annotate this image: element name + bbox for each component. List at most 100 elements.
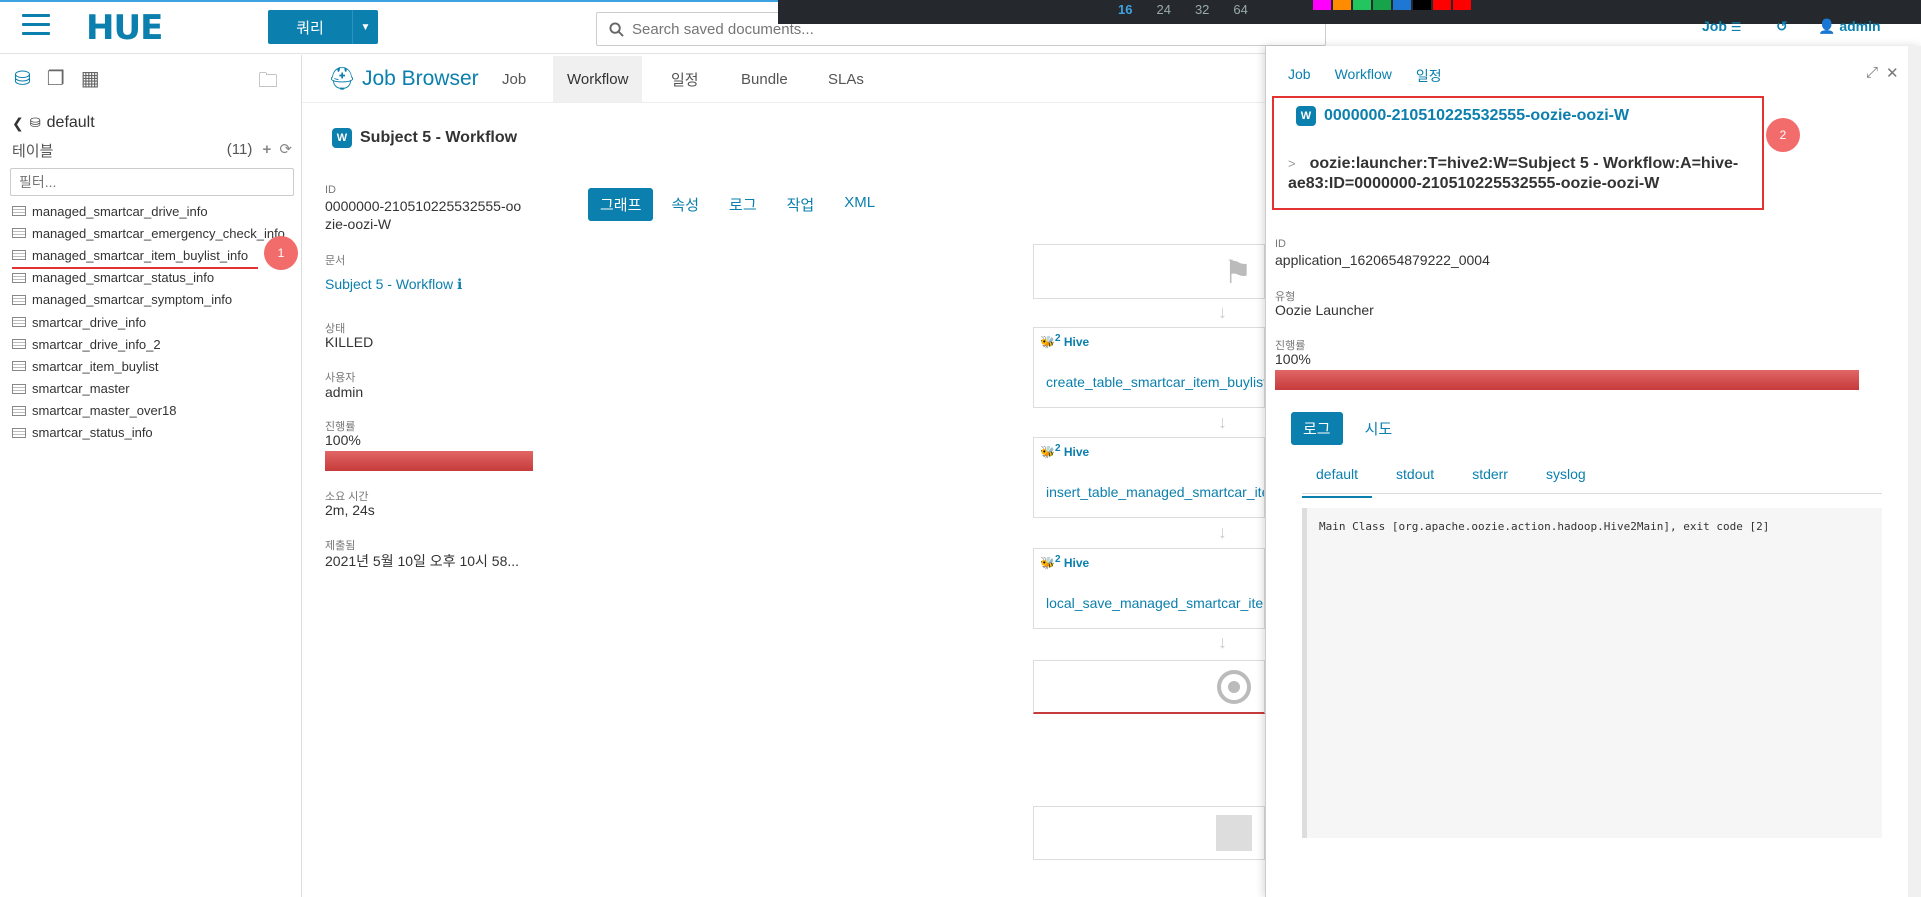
- color-swatch[interactable]: [1433, 0, 1451, 10]
- color-swatch[interactable]: [1393, 0, 1411, 10]
- search-icon: [609, 21, 624, 37]
- submitted-value: 2021년 5월 10일 오후 10시 58...: [325, 553, 520, 569]
- workflow-end-node[interactable]: [1033, 660, 1265, 714]
- tab-slas[interactable]: SLAs: [814, 56, 878, 102]
- table-name: smartcar_master_over18: [32, 403, 177, 419]
- tab-properties[interactable]: 속성: [659, 188, 711, 221]
- node-name[interactable]: create_table_smartcar_item_buylist: [1034, 368, 1264, 396]
- table-item[interactable]: smartcar_master_over18: [12, 400, 302, 422]
- table-item[interactable]: smartcar_drive_info: [12, 311, 302, 333]
- tab-attempts[interactable]: 시도: [1353, 412, 1405, 445]
- table-item[interactable]: managed_smartcar_status_info: [12, 267, 302, 289]
- grid-icon[interactable]: ▦: [81, 66, 100, 91]
- table-item[interactable]: managed_smartcar_item_buylist_info: [12, 244, 302, 269]
- popover-tab-workflow[interactable]: Workflow: [1335, 66, 1392, 86]
- tab-graph[interactable]: 그래프: [588, 188, 654, 221]
- tab-log[interactable]: 로그: [1291, 412, 1343, 445]
- info-icon[interactable]: ℹ: [457, 276, 462, 292]
- tables-count: (11): [226, 141, 253, 158]
- user-menu[interactable]: 👤 admin: [1818, 18, 1881, 35]
- close-icon[interactable]: ✕: [1886, 64, 1899, 82]
- color-swatches: [1313, 0, 1473, 10]
- popover-job-name-text: oozie:launcher:T=hive2:W=Subject 5 - Wor…: [1288, 155, 1739, 192]
- id-value: 0000000-210510225532555-oo zie-oozi-W: [325, 197, 521, 233]
- size-option[interactable]: 32: [1195, 2, 1209, 17]
- table-filter-input[interactable]: [10, 168, 294, 196]
- arrow-down-icon: ↓: [1218, 302, 1227, 322]
- color-swatch[interactable]: [1333, 0, 1351, 10]
- popover-type-value: Oozie Launcher: [1275, 302, 1374, 318]
- color-swatch[interactable]: [1353, 0, 1371, 10]
- database-breadcrumb[interactable]: ❮ ⛁ default: [12, 114, 95, 132]
- hue-hat-icon: ⛑: [328, 66, 356, 91]
- popover-tab-schedule[interactable]: 일정: [1416, 66, 1442, 86]
- tab-job[interactable]: Job: [488, 56, 540, 102]
- node-name[interactable]: insert_table_managed_smartcar_item: [1034, 478, 1264, 506]
- add-icon[interactable]: +: [262, 141, 271, 158]
- chevron-down-icon[interactable]: ▼: [352, 10, 378, 44]
- expand-icon[interactable]: ⤢: [1866, 64, 1878, 81]
- popover-tab-job[interactable]: Job: [1288, 66, 1311, 86]
- table-icon: [12, 405, 26, 416]
- tab-bundle[interactable]: Bundle: [727, 56, 802, 102]
- document-label: 문서: [325, 255, 346, 267]
- table-item[interactable]: managed_smartcar_symptom_info: [12, 289, 302, 311]
- documents-icon[interactable]: ❐: [47, 66, 65, 91]
- tab-xml[interactable]: XML: [832, 188, 887, 221]
- tab-schedule[interactable]: 일정: [657, 56, 713, 102]
- popover-job-id-text: 0000000-210510225532555-oozie-oozi-W: [1324, 107, 1630, 124]
- node-name[interactable]: local_save_managed_smartcar_item: [1034, 589, 1264, 617]
- size-option[interactable]: 64: [1233, 2, 1247, 17]
- duration-value: 2m, 24s: [325, 502, 375, 518]
- workflow-kill-node[interactable]: [1033, 806, 1265, 860]
- popover-job-id[interactable]: W 0000000-210510225532555-oozie-oozi-W: [1296, 106, 1629, 126]
- workflow-node-hive[interactable]: 🐝2 Hive local_save_managed_smartcar_item: [1033, 548, 1265, 629]
- table-name: managed_smartcar_emergency_check_info: [32, 225, 285, 241]
- workflow-start-node[interactable]: ⚑: [1033, 244, 1265, 299]
- database-name: default: [46, 114, 95, 131]
- tab-tasks[interactable]: 작업: [775, 188, 827, 221]
- user-value: admin: [325, 384, 364, 400]
- status-value: KILLED: [325, 334, 374, 350]
- table-item[interactable]: smartcar_status_info: [12, 422, 302, 444]
- table-item[interactable]: smartcar_drive_info_2: [12, 333, 302, 355]
- user-label: 사용자: [325, 372, 356, 384]
- arrow-down-icon: ↓: [1218, 412, 1227, 432]
- hamburger-menu-icon[interactable]: [22, 14, 50, 36]
- table-item[interactable]: smartcar_master: [12, 378, 302, 400]
- log-output[interactable]: Main Class [org.apache.oozie.action.hado…: [1302, 508, 1882, 838]
- color-swatch[interactable]: [1453, 0, 1471, 10]
- color-swatch[interactable]: [1413, 0, 1431, 10]
- scrollbar[interactable]: [1908, 46, 1921, 897]
- refresh-icon[interactable]: ⟳: [279, 141, 292, 158]
- size-option[interactable]: 16: [1118, 2, 1132, 17]
- table-name: smartcar_status_info: [32, 425, 153, 441]
- job-browser-title[interactable]: ⛑ Job Browser: [328, 66, 479, 92]
- workflow-node-hive[interactable]: 🐝2 Hive create_table_smartcar_item_buyli…: [1033, 327, 1265, 408]
- workflow-icon: W: [332, 128, 352, 148]
- job-link[interactable]: Job ☰: [1702, 18, 1742, 34]
- table-item[interactable]: smartcar_item_buylist: [12, 355, 302, 377]
- node-type: Hive: [1063, 445, 1090, 459]
- job-browser-title-text: Job Browser: [361, 67, 479, 90]
- tab-workflow[interactable]: Workflow: [553, 56, 643, 102]
- hue-logo[interactable]: HUE: [86, 8, 163, 48]
- table-item[interactable]: managed_smartcar_emergency_check_info: [12, 222, 302, 244]
- folder-icon[interactable]: 🗀: [258, 66, 278, 100]
- database-icon[interactable]: ⛁: [14, 66, 31, 91]
- history-icon[interactable]: ↺: [1776, 18, 1788, 35]
- query-button[interactable]: 쿼리 ▼: [268, 10, 378, 44]
- chevron-left-icon[interactable]: ❮: [12, 115, 24, 132]
- table-name: smartcar_drive_info: [32, 314, 147, 330]
- workflow-node-hive[interactable]: 🐝2 Hive insert_table_managed_smartcar_it…: [1033, 437, 1265, 518]
- popover-progress-track: [1275, 370, 1859, 390]
- size-option[interactable]: 24: [1156, 2, 1170, 17]
- table-icon: [12, 228, 26, 239]
- table-icon: [12, 361, 26, 372]
- table-item[interactable]: managed_smartcar_drive_info: [12, 200, 302, 222]
- document-link[interactable]: Subject 5 - Workflow ℹ: [325, 276, 462, 293]
- color-swatch[interactable]: [1313, 0, 1331, 10]
- color-swatch[interactable]: [1373, 0, 1391, 10]
- user-name: admin: [1839, 18, 1881, 34]
- tab-logs[interactable]: 로그: [717, 188, 769, 221]
